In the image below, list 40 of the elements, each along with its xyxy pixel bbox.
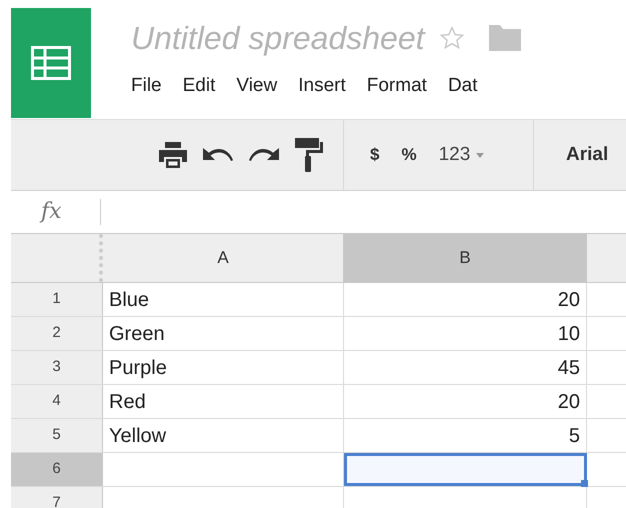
row-header[interactable]: 6: [11, 453, 103, 486]
format-button[interactable]: 123: [438, 140, 484, 170]
table-cell[interactable]: 10: [344, 317, 587, 350]
table-cell[interactable]: Green: [103, 317, 344, 350]
row-header[interactable]: 3: [11, 351, 103, 384]
column-header[interactable]: A: [103, 234, 344, 282]
table-cell[interactable]: Blue: [103, 283, 344, 316]
menu-item[interactable]: File: [131, 76, 162, 95]
fill-handle[interactable]: [581, 480, 588, 487]
table-cell[interactable]: 20: [344, 283, 587, 316]
row-header[interactable]: 7: [11, 487, 103, 508]
table-cell[interactable]: 20: [344, 385, 587, 418]
paint-roller-icon[interactable]: [295, 138, 323, 172]
row-header[interactable]: 1: [11, 283, 103, 316]
table-cell[interactable]: [344, 453, 587, 486]
folder-icon[interactable]: [488, 25, 521, 51]
undo-icon[interactable]: [203, 146, 233, 164]
menu-item[interactable]: View: [236, 76, 278, 95]
menu-item[interactable]: Format: [366, 76, 427, 95]
print-icon[interactable]: [159, 142, 187, 168]
app-logo[interactable]: [11, 8, 91, 118]
format-button[interactable]: $: [370, 142, 380, 168]
row-header[interactable]: 2: [11, 317, 103, 350]
menu-item[interactable]: Insert: [298, 76, 346, 95]
table-cell[interactable]: Purple: [103, 351, 344, 384]
table-cell[interactable]: Yellow: [103, 419, 344, 452]
format-button[interactable]: %: [401, 142, 417, 168]
menu-item[interactable]: Edit: [182, 76, 216, 95]
font-dropdown[interactable]: Arial: [566, 140, 608, 170]
formula-label: fx: [41, 201, 62, 223]
row-header[interactable]: 4: [11, 385, 103, 418]
menu-item[interactable]: Dat: [448, 76, 478, 95]
table-cell[interactable]: Red: [103, 385, 344, 418]
row-header[interactable]: 5: [11, 419, 103, 452]
table-cell[interactable]: 45: [344, 351, 587, 384]
star-icon[interactable]: [438, 25, 465, 51]
redo-icon[interactable]: [249, 146, 279, 164]
table-cell[interactable]: 5: [344, 419, 587, 452]
caret-icon: [476, 152, 484, 158]
column-header[interactable]: B: [344, 234, 587, 282]
